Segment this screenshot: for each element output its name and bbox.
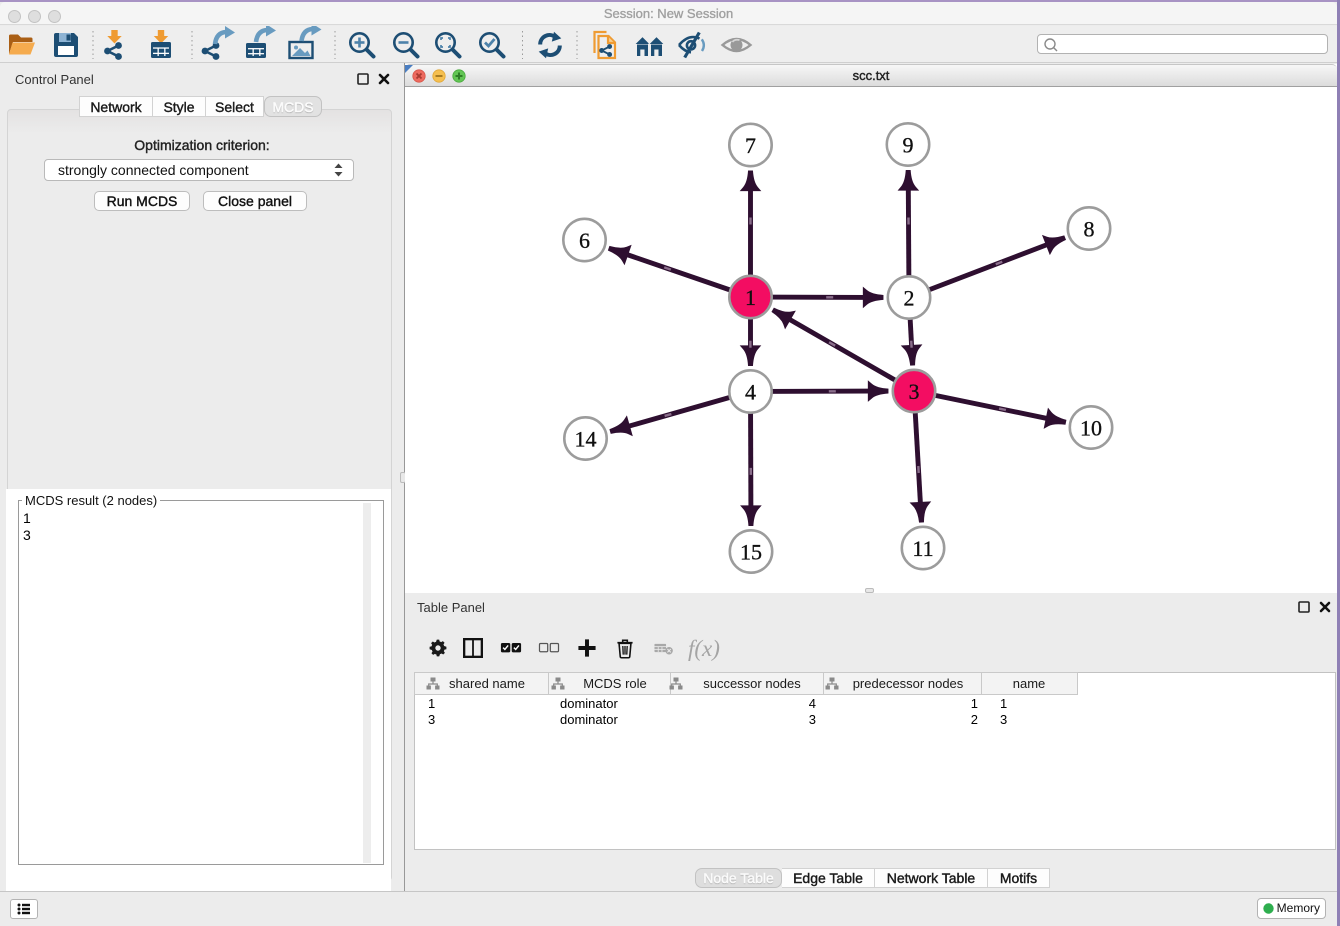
svg-text:predecessor nodes: predecessor nodes xyxy=(853,676,964,691)
svg-text:11: 11 xyxy=(912,536,933,561)
svg-text:f(x): f(x) xyxy=(688,636,720,661)
svg-text:3: 3 xyxy=(909,379,920,404)
svg-text:7: 7 xyxy=(745,133,756,158)
svg-text:8: 8 xyxy=(1084,216,1095,241)
svg-text:4: 4 xyxy=(745,379,756,404)
svg-text:15: 15 xyxy=(740,539,762,564)
svg-text:successor nodes: successor nodes xyxy=(703,676,801,691)
svg-text:1: 1 xyxy=(745,285,756,310)
svg-text:shared name: shared name xyxy=(449,676,525,691)
svg-text:name: name xyxy=(1013,676,1046,691)
svg-text:14: 14 xyxy=(575,426,597,451)
svg-text:MCDS role: MCDS role xyxy=(583,676,647,691)
svg-text:2: 2 xyxy=(904,285,915,310)
svg-text:9: 9 xyxy=(903,132,914,157)
svg-text:10: 10 xyxy=(1080,415,1102,440)
svg-text:6: 6 xyxy=(579,228,590,253)
